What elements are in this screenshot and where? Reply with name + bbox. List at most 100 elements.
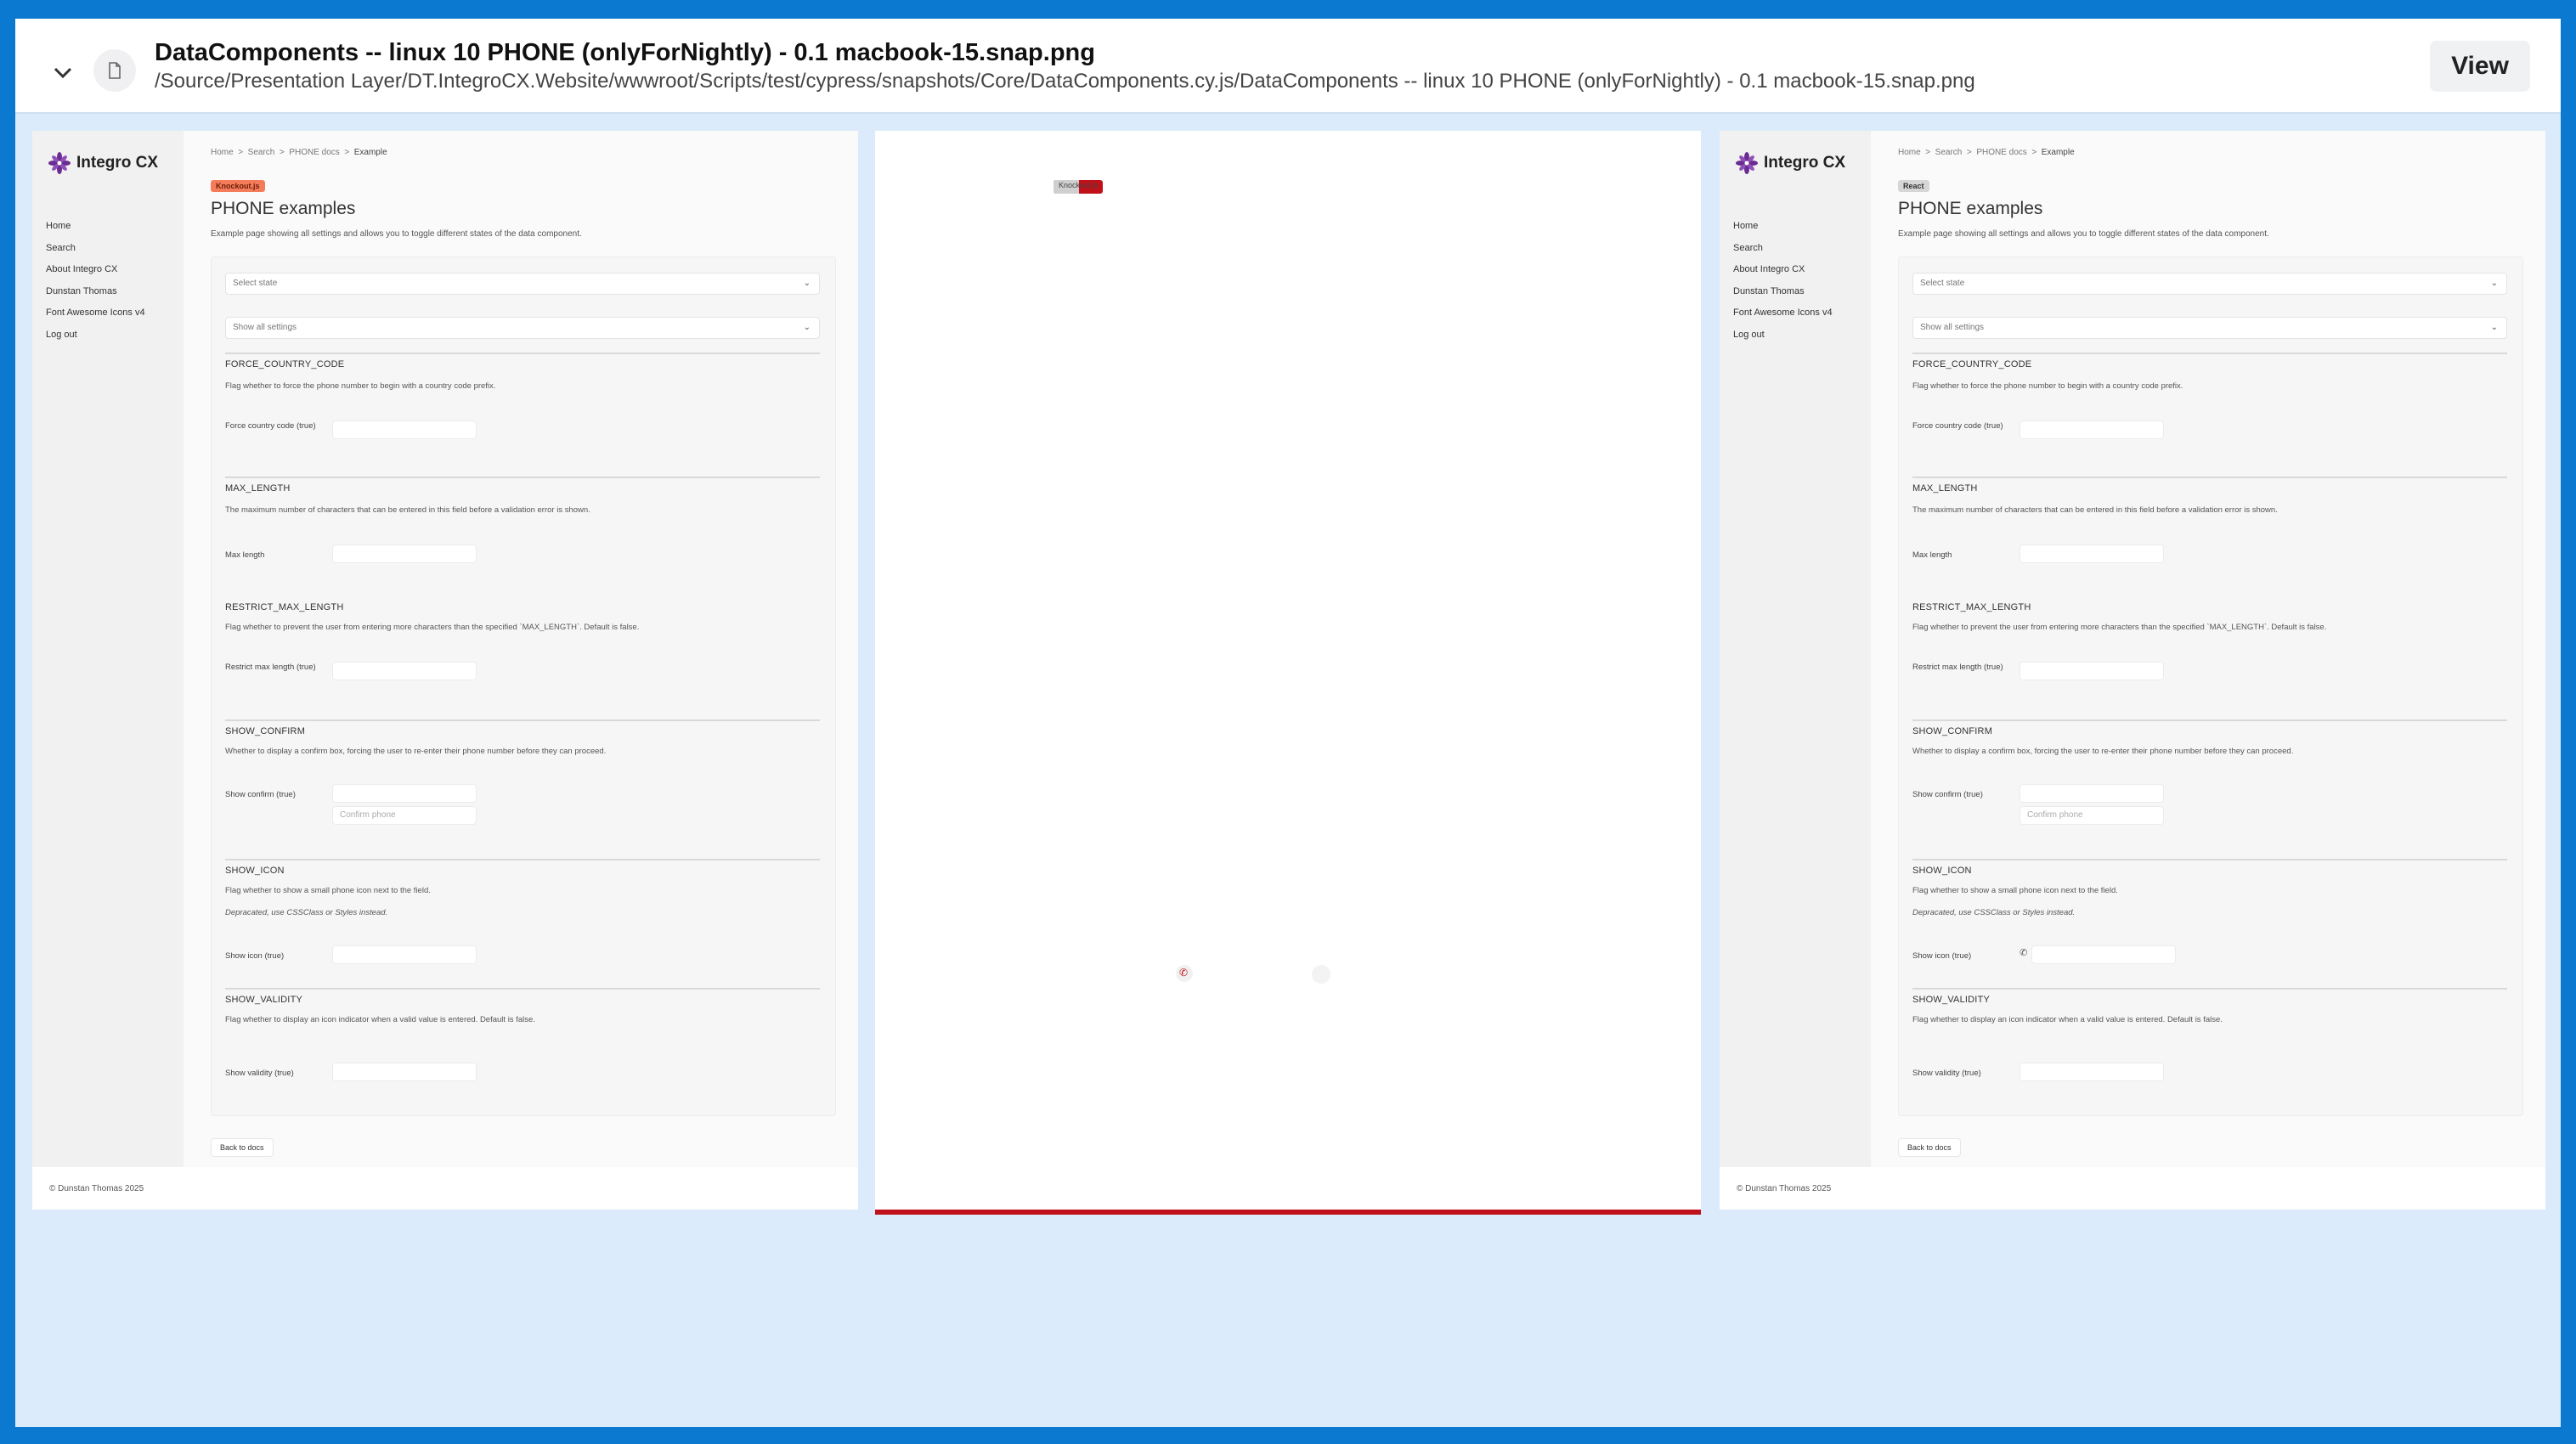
- copyright: © Dunstan Thomas 2025: [49, 1184, 144, 1193]
- settings-dropdown[interactable]: Show all settings ⌄: [1912, 317, 2507, 339]
- divider: [1912, 988, 2507, 990]
- show-validity-input[interactable]: [2020, 1063, 2164, 1081]
- divider: [1912, 477, 2507, 478]
- nav-dunstan-thomas[interactable]: Dunstan Thomas: [46, 281, 145, 303]
- flower-logo-icon: [48, 152, 71, 174]
- breadcrumb-home[interactable]: Home: [211, 148, 234, 157]
- field-label: Show validity (true): [1912, 1069, 1981, 1078]
- field-label: Show validity (true): [225, 1069, 294, 1078]
- framework-badge: Knockout.js: [211, 180, 265, 192]
- confirm-phone-input[interactable]: Confirm phone: [2020, 806, 2164, 825]
- nav-logout[interactable]: Log out: [46, 324, 145, 347]
- nav-search[interactable]: Search: [1733, 238, 1833, 260]
- section-title: SHOW_CONFIRM: [1912, 726, 1993, 736]
- show-confirm-input[interactable]: [332, 784, 477, 803]
- section-title: RESTRICT_MAX_LENGTH: [225, 602, 344, 612]
- viewer-header: DataComponents -- linux 10 PHONE (onlyFo…: [15, 19, 2561, 114]
- page-description: Example page showing all settings and al…: [211, 229, 582, 239]
- sidebar-nav: Home Search About Integro CX Dunstan Tho…: [46, 216, 145, 346]
- field-label: Force country code (true): [1912, 421, 2003, 431]
- back-to-docs-button[interactable]: Back to docs: [1898, 1138, 1961, 1157]
- file-icon: [93, 49, 136, 92]
- comparison-panel: Integro CX Home Search About Integro CX …: [1720, 131, 2545, 1210]
- snapshot-path: /Source/Presentation Layer/DT.IntegroCX.…: [155, 70, 1975, 93]
- max-length-input[interactable]: [2020, 544, 2164, 563]
- footer: [1720, 1167, 2545, 1210]
- divider: [225, 719, 820, 721]
- divider: [1912, 353, 2507, 354]
- confirm-phone-input[interactable]: Confirm phone: [332, 806, 477, 825]
- section-title: FORCE_COUNTRY_CODE: [225, 359, 345, 369]
- page-title: PHONE examples: [1898, 199, 2043, 218]
- diff-mark: [1312, 965, 1330, 984]
- view-button[interactable]: View: [2430, 41, 2530, 92]
- back-to-docs-button[interactable]: Back to docs: [211, 1138, 274, 1157]
- nav-home[interactable]: Home: [46, 216, 145, 238]
- nav-font-awesome[interactable]: Font Awesome Icons v4: [1733, 302, 1833, 324]
- field-label: Restrict max length (true): [225, 663, 316, 672]
- logo-text: Integro CX: [1764, 154, 1846, 172]
- diff-bar: [875, 1210, 1701, 1215]
- framework-badge: React: [1898, 180, 1929, 192]
- nav-logout[interactable]: Log out: [1733, 324, 1833, 347]
- settings-dropdown[interactable]: Show all settings ⌄: [225, 317, 820, 339]
- field-label: Show icon (true): [1912, 951, 1972, 961]
- section-description: The maximum number of characters that ca…: [225, 505, 590, 515]
- show-icon-input[interactable]: [332, 945, 477, 964]
- baseline-panel: Integro CX Home Search About Integro CX …: [32, 131, 858, 1210]
- logo[interactable]: Integro CX: [48, 151, 158, 175]
- section-description: Whether to display a confirm box, forcin…: [225, 747, 607, 756]
- nav-dunstan-thomas[interactable]: Dunstan Thomas: [1733, 281, 1833, 303]
- nav-about[interactable]: About Integro CX: [1733, 259, 1833, 281]
- phone-icon: ✆: [2020, 948, 2028, 958]
- select-state-dropdown[interactable]: Select state ⌄: [1912, 273, 2507, 295]
- show-icon-input[interactable]: [2031, 945, 2176, 964]
- show-confirm-input[interactable]: [2020, 784, 2164, 803]
- force-country-code-input[interactable]: [332, 420, 477, 439]
- max-length-input[interactable]: [332, 544, 477, 563]
- chevron-down-icon: ⌄: [2490, 279, 2498, 288]
- nav-about[interactable]: About Integro CX: [46, 259, 145, 281]
- breadcrumb-docs[interactable]: PHONE docs: [1976, 148, 2026, 157]
- select-state-dropdown[interactable]: Select state ⌄: [225, 273, 820, 295]
- snapshot-title: DataComponents -- linux 10 PHONE (onlyFo…: [155, 39, 1095, 66]
- nav-home[interactable]: Home: [1733, 216, 1833, 238]
- breadcrumb-search[interactable]: Search: [1935, 148, 1963, 157]
- sidebar: Integro CX Home Search About Integro CX …: [1720, 131, 1871, 1167]
- section-title: MAX_LENGTH: [1912, 483, 1978, 494]
- divider: [1912, 859, 2507, 860]
- section-description: Flag whether to prevent the user from en…: [1912, 623, 2327, 632]
- force-country-code-input[interactable]: [2020, 420, 2164, 439]
- section-description: The maximum number of characters that ca…: [1912, 505, 2278, 515]
- nav-search[interactable]: Search: [46, 238, 145, 260]
- field-label: Max length: [1912, 550, 1952, 560]
- page-description: Example page showing all settings and al…: [1898, 229, 2269, 239]
- nav-font-awesome[interactable]: Font Awesome Icons v4: [46, 302, 145, 324]
- field-label: Show icon (true): [225, 951, 285, 961]
- deprecation-note: Depracated, use CSSClass or Styles inste…: [225, 908, 388, 917]
- divider: [225, 988, 820, 990]
- section-description: Whether to display a confirm box, forcin…: [1912, 747, 2294, 756]
- field-label: Show confirm (true): [1912, 790, 1983, 799]
- chevron-down-icon[interactable]: [46, 56, 80, 90]
- divider: [225, 353, 820, 354]
- chevron-down-icon: ⌄: [2490, 323, 2498, 332]
- section-description: Flag whether to display an icon indicato…: [225, 1015, 535, 1024]
- restrict-max-length-input[interactable]: [332, 662, 477, 680]
- breadcrumb-docs[interactable]: PHONE docs: [289, 148, 339, 157]
- field-label: Restrict max length (true): [1912, 663, 2003, 672]
- logo[interactable]: Integro CX: [1735, 151, 1845, 175]
- section-title: SHOW_ICON: [225, 866, 285, 876]
- section-description: Flag whether to force the phone number t…: [1912, 381, 2183, 391]
- section-description: Flag whether to show a small phone icon …: [1912, 886, 2118, 895]
- show-validity-input[interactable]: [332, 1063, 477, 1081]
- breadcrumb-search[interactable]: Search: [248, 148, 275, 157]
- sidebar-nav: Home Search About Integro CX Dunstan Tho…: [1733, 216, 1833, 346]
- divider: [1912, 719, 2507, 721]
- breadcrumb: Home > Search > PHONE docs > Example: [211, 148, 387, 157]
- restrict-max-length-input[interactable]: [2020, 662, 2164, 680]
- breadcrumb-home[interactable]: Home: [1898, 148, 1921, 157]
- field-label: Show confirm (true): [225, 790, 296, 799]
- section-description: Flag whether to display an icon indicato…: [1912, 1015, 2223, 1024]
- diff-panel: Knockout.js ✆: [875, 131, 1701, 1215]
